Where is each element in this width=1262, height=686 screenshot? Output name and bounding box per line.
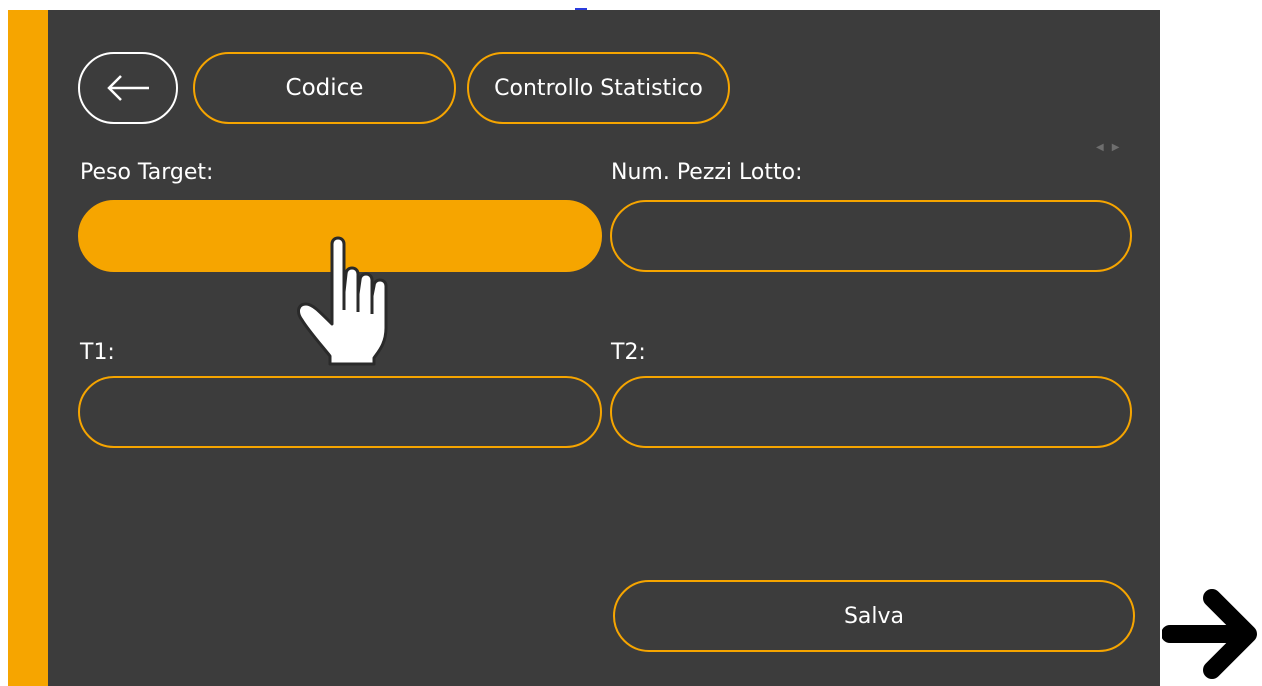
app-screen: Codice Controllo Statistico ◀▶ Peso Targ… [8, 10, 1160, 686]
t1-label: T1: [80, 340, 115, 365]
tab-controllo-statistico[interactable]: Controllo Statistico [467, 52, 730, 124]
back-button[interactable] [78, 52, 178, 124]
hand-pointer-icon [297, 236, 388, 366]
tab-codice[interactable]: Codice [193, 52, 456, 124]
t1-input[interactable] [78, 376, 602, 448]
arrow-left-icon [107, 75, 149, 101]
t2-label: T2: [611, 340, 646, 365]
num-pezzi-lotto-label: Num. Pezzi Lotto: [611, 160, 803, 185]
accent-sidebar [8, 10, 48, 686]
peso-target-label: Peso Target: [80, 160, 214, 185]
save-button[interactable]: Salva [613, 580, 1135, 652]
arrow-right-icon [1162, 589, 1257, 679]
scroll-arrows-icon[interactable]: ◀▶ [1096, 142, 1127, 153]
t2-input[interactable] [610, 376, 1132, 448]
num-pezzi-lotto-input[interactable] [610, 200, 1132, 272]
